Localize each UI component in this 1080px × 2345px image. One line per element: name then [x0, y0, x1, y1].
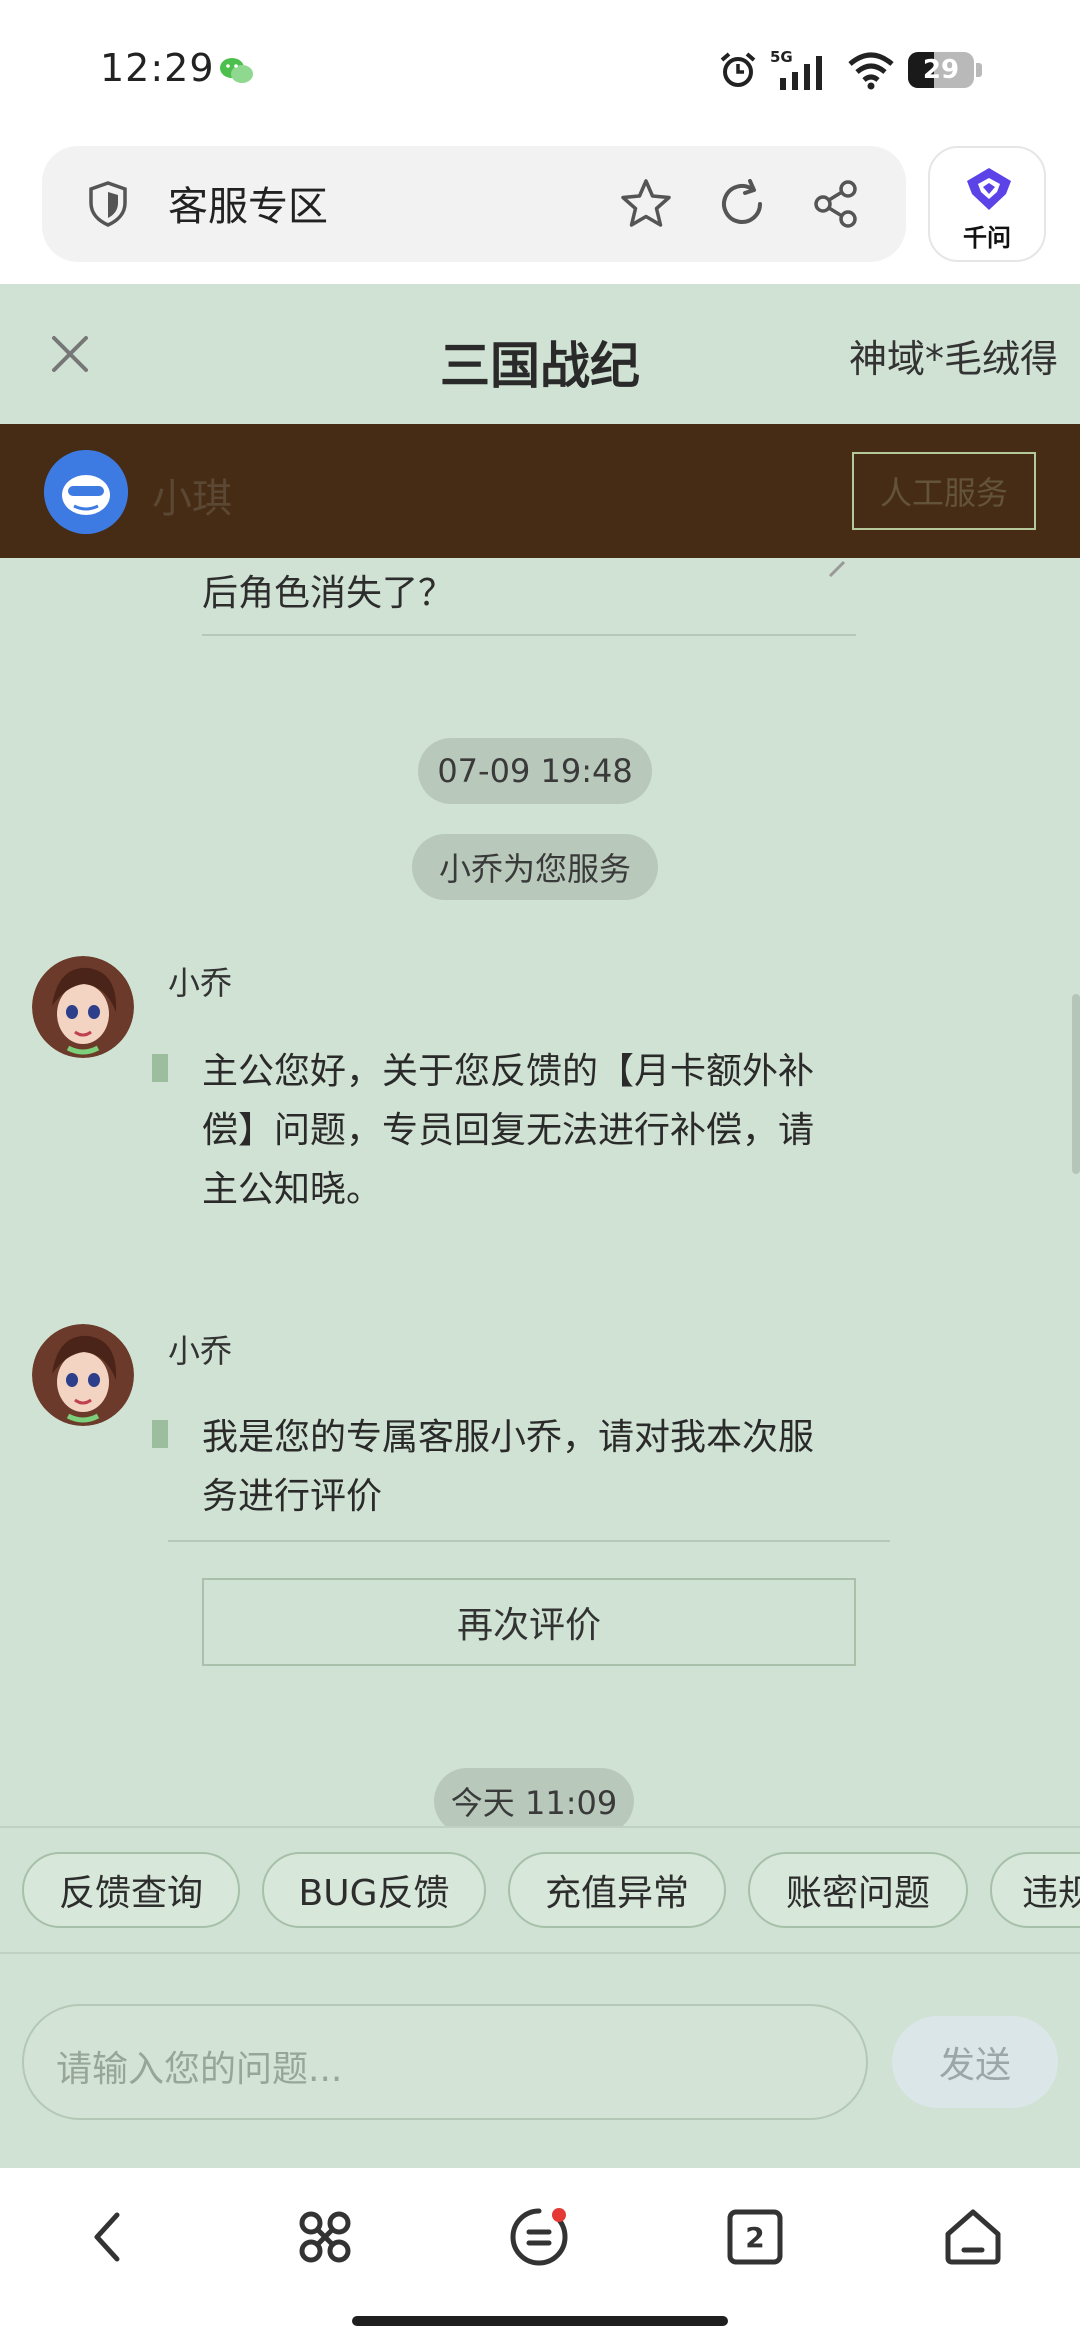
- qianwen-label: 千问: [963, 224, 1011, 252]
- human-service-button[interactable]: 人工服务: [852, 452, 1036, 530]
- timestamp-pill: 今天 11:09: [434, 1768, 634, 1826]
- browser-nav-bar: 2: [0, 2168, 1080, 2345]
- battery-level: 29: [922, 55, 960, 85]
- input-area: 请输入您的问题... 发送: [0, 1954, 1080, 2168]
- alarm-icon: [720, 52, 756, 87]
- wechat-notification-icon: [220, 58, 253, 83]
- wifi-icon: [848, 52, 894, 90]
- agent-portrait-icon: [32, 956, 134, 1058]
- tabs-button[interactable]: 2: [720, 2202, 790, 2272]
- robot-icon: [44, 450, 128, 534]
- tabs-icon: 2: [727, 2209, 783, 2265]
- signal-5g-icon: 5G: [770, 48, 822, 90]
- chip-account-issue[interactable]: 账密问题: [748, 1852, 968, 1928]
- status-bar: 12:29 5G 29: [0, 0, 1080, 140]
- share-icon[interactable]: [808, 176, 864, 232]
- agent-message: 主公您好，关于您反馈的【月卡额外补偿】问题，专员回复无法进行补偿，请主公知晓。: [202, 1051, 815, 1210]
- home-icon: [945, 2209, 1001, 2265]
- divider: [202, 634, 856, 636]
- service-banner: 小琪 人工服务: [0, 424, 1080, 558]
- scrollbar[interactable]: [1072, 994, 1080, 1174]
- back-button[interactable]: [72, 2202, 142, 2272]
- server-name: 神域*毛绒得: [848, 337, 1058, 381]
- home-indicator[interactable]: [352, 2316, 728, 2326]
- home-button[interactable]: [938, 2202, 1008, 2272]
- app-header: 三国战纪 神域*毛绒得: [0, 284, 1080, 424]
- shield-icon: [89, 181, 127, 227]
- chip-bug-report[interactable]: BUG反馈: [262, 1852, 486, 1928]
- input-placeholder: 请输入您的问题...: [56, 2049, 343, 2090]
- back-arrow-icon: [94, 2212, 120, 2262]
- chip-violation[interactable]: 违规: [990, 1852, 1080, 1928]
- svg-text:5G: 5G: [770, 48, 793, 66]
- chevron-right-icon: [828, 560, 846, 578]
- command-apps-icon: [299, 2211, 351, 2263]
- divider: [168, 1540, 890, 1542]
- qianwen-assistant-button[interactable]: 千问: [928, 146, 1046, 262]
- quick-topic-bar[interactable]: 反馈查询 BUG反馈 充值异常 账密问题 违规: [0, 1826, 1080, 1954]
- agent-message: 我是您的专属客服小乔，请对我本次服务进行评价: [202, 1417, 815, 1517]
- previous-question-text[interactable]: 后角色消失了？: [202, 564, 454, 616]
- bot-avatar: [44, 450, 128, 534]
- message-sender: 小乔: [168, 1332, 233, 1370]
- menu-icon: [510, 2208, 568, 2266]
- bot-name: 小琪: [152, 476, 232, 522]
- qianwen-logo-icon: [967, 168, 1011, 210]
- message-marker: [152, 1420, 168, 1448]
- service-notice-pill: 小乔为您服务: [412, 834, 658, 900]
- agent-avatar: [32, 1324, 134, 1426]
- send-button[interactable]: 发送: [892, 2016, 1058, 2108]
- chip-recharge-issue[interactable]: 充值异常: [508, 1852, 726, 1928]
- agent-portrait-icon: [32, 1324, 134, 1426]
- status-time: 12:29: [100, 46, 215, 90]
- address-bar[interactable]: 客服专区: [42, 146, 906, 262]
- timestamp-pill: 07-09 19:48: [418, 738, 652, 804]
- battery-icon: 29: [908, 52, 982, 88]
- question-input[interactable]: 请输入您的问题...: [22, 2004, 868, 2120]
- chip-feedback-query[interactable]: 反馈查询: [22, 1852, 240, 1928]
- menu-button[interactable]: [504, 2202, 574, 2272]
- svg-text:2: 2: [745, 2221, 764, 2254]
- apps-button[interactable]: [290, 2202, 360, 2272]
- status-icons: 5G 29: [718, 48, 982, 92]
- message-sender: 小乔: [168, 964, 233, 1002]
- bookmark-star-icon[interactable]: [618, 176, 674, 232]
- chat-area[interactable]: 后角色消失了？ 07-09 19:48 小乔为您服务 小乔 主公您好，关于您反馈…: [0, 558, 1080, 1826]
- message-marker: [152, 1054, 168, 1082]
- agent-avatar: [32, 956, 134, 1058]
- refresh-icon[interactable]: [714, 176, 770, 232]
- rate-again-button[interactable]: 再次评价: [202, 1578, 856, 1666]
- page-title: 客服专区: [168, 184, 328, 230]
